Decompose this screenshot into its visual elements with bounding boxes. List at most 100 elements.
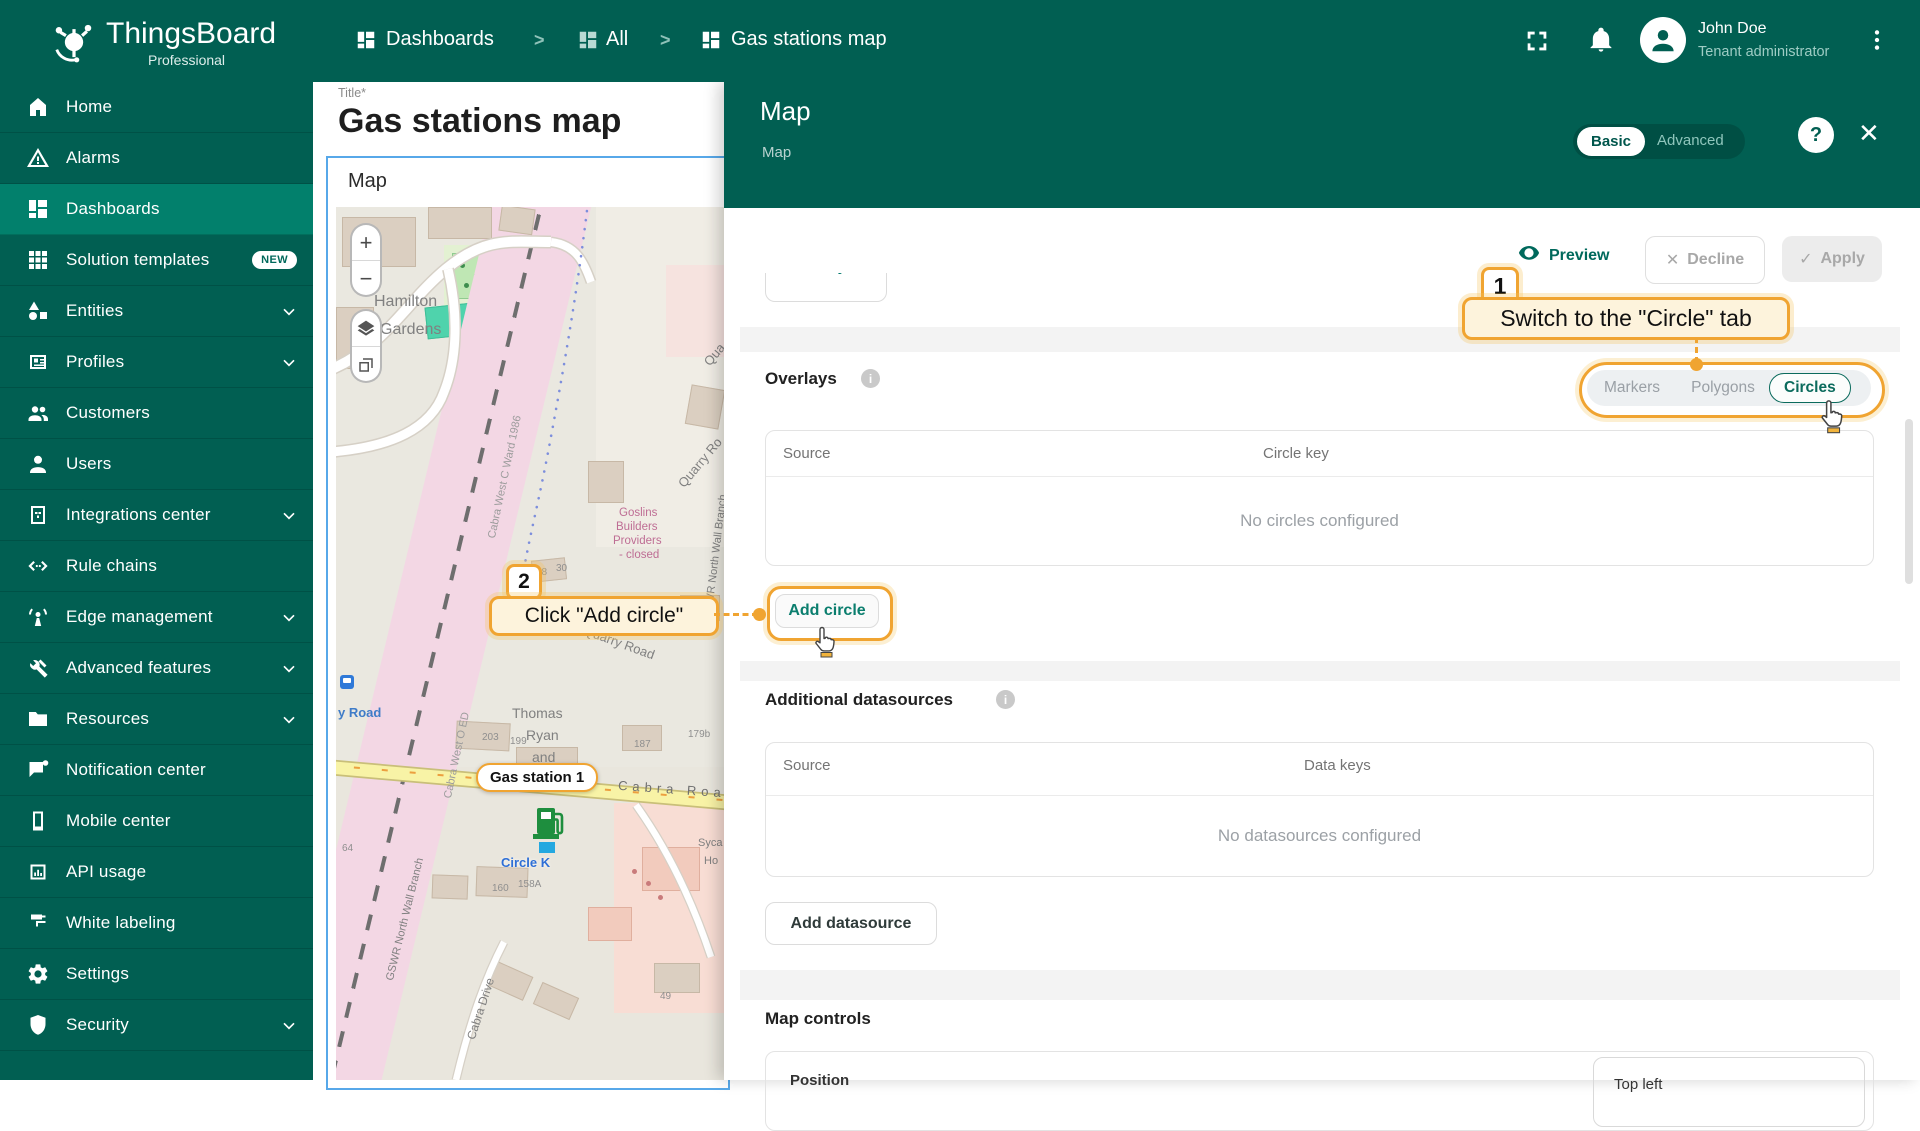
chevron-down-icon <box>279 352 299 372</box>
chevron-down-icon <box>279 301 299 321</box>
sidebar-item-security[interactable]: Security <box>0 1000 313 1051</box>
section-gap <box>740 970 1900 1000</box>
add-layer-button[interactable]: Add layer <box>765 273 887 302</box>
mobile-icon <box>26 809 50 833</box>
breadcrumb-all[interactable]: All <box>606 28 628 51</box>
more-icon[interactable] <box>1864 27 1890 58</box>
column-header-data-keys: Data keys <box>1304 757 1371 774</box>
panel-header: Map Map Basic Advanced ? ✕ <box>724 82 1920 208</box>
sidebar-item-white-labeling[interactable]: White labeling <box>0 898 313 949</box>
sidebar-item-resources[interactable]: Resources <box>0 694 313 745</box>
sidebar-item-integrations-center[interactable]: Integrations center <box>0 490 313 541</box>
home-icon <box>26 95 50 119</box>
solution-templates-icon <box>26 248 50 272</box>
sidebar-item-alarms[interactable]: Alarms <box>0 133 313 184</box>
sidebar-item-label: Users <box>66 454 112 473</box>
brand-title: ThingsBoard <box>106 17 277 50</box>
sidebar-item-profiles[interactable]: Profiles <box>0 337 313 388</box>
step-2-connector <box>714 613 758 616</box>
sidebar-item-edge-management[interactable]: Edge management <box>0 592 313 643</box>
sidebar-item-dashboards[interactable]: Dashboards <box>0 184 313 235</box>
sidebar-item-advanced-features[interactable]: Advanced features <box>0 643 313 694</box>
breadcrumb-dashboards[interactable]: Dashboards <box>386 28 494 51</box>
map-poi-label: Ryan <box>526 727 559 743</box>
sidebar-item-api-usage[interactable]: API usage <box>0 847 313 898</box>
sidebar-item-users[interactable]: Users <box>0 439 313 490</box>
info-icon[interactable]: i <box>861 369 880 388</box>
map-poi-label: - closed <box>619 549 660 561</box>
alarms-icon <box>26 146 50 170</box>
apply-label: Apply <box>1820 250 1865 267</box>
datasources-heading: Additional datasources <box>765 690 953 709</box>
sidebar-item-label: Dashboards <box>66 199 160 218</box>
add-datasource-button[interactable]: Add datasource <box>765 902 937 945</box>
chevron-down-icon <box>279 607 299 627</box>
sidebar-item-home[interactable]: Home <box>0 82 313 133</box>
empty-state-text: No datasources configured <box>1217 825 1422 845</box>
fullscreen-icon[interactable] <box>1523 27 1551 60</box>
map-dot <box>658 895 663 900</box>
profiles-icon <box>26 350 50 374</box>
sidebar-item-settings[interactable]: Settings <box>0 949 313 1000</box>
sidebar-item-customers[interactable]: Customers <box>0 388 313 439</box>
pages-icon[interactable] <box>352 347 380 382</box>
apply-button[interactable]: ✓ Apply <box>1782 236 1882 282</box>
map-place-label: Hamilton <box>374 293 438 310</box>
chevron-down-icon <box>279 658 299 678</box>
close-icon[interactable]: ✕ <box>1858 118 1880 149</box>
add-layer-label: Add layer <box>766 273 886 275</box>
info-icon[interactable]: i <box>996 690 1015 709</box>
gas-pump-icon[interactable] <box>531 804 567 861</box>
all-breadcrumb-icon <box>577 29 599 56</box>
layers-icon[interactable] <box>352 311 380 346</box>
chevron-down-icon <box>279 1015 299 1035</box>
sidebar-item-label: Settings <box>66 964 130 983</box>
notifications-bell-icon[interactable] <box>1587 26 1615 59</box>
house-number: 64 <box>342 843 354 854</box>
preview-label: Preview <box>1549 247 1610 264</box>
sidebar-item-rule-chains[interactable]: Rule chains <box>0 541 313 592</box>
advanced-icon <box>26 656 50 680</box>
circles-table: Source Circle key No circles configured <box>765 430 1874 566</box>
overlays-heading: Overlays <box>765 369 837 388</box>
map-poi-label: Providers <box>613 535 662 547</box>
panel-scrollbar[interactable] <box>1905 419 1913 584</box>
column-header-source: Source <box>783 757 831 774</box>
map-canvas[interactable]: Hamilton Gardens Cabra West C Ward 1986 … <box>336 207 724 1080</box>
sidebar-item-mobile-center[interactable]: Mobile center <box>0 796 313 847</box>
zoom-out-button[interactable]: − <box>352 261 380 296</box>
tab-advanced[interactable]: Advanced <box>1657 132 1724 149</box>
position-select[interactable]: Top left <box>1593 1057 1865 1127</box>
breadcrumb-separator: > <box>660 30 671 50</box>
map-marker-tooltip[interactable]: Gas station 1 <box>476 763 599 792</box>
dashboard-title-input[interactable]: Gas stations map <box>338 102 621 141</box>
column-header-source: Source <box>783 445 831 462</box>
empty-state-text: No circles configured <box>1240 510 1399 530</box>
tab-basic[interactable]: Basic <box>1577 127 1645 156</box>
sidebar-item-label: API usage <box>66 862 147 881</box>
step-1-callout: Switch to the "Circle" tab <box>1462 297 1790 340</box>
sidebar-item-label: Integrations center <box>66 505 211 524</box>
decline-button[interactable]: ✕ Decline <box>1645 236 1765 284</box>
logo-icon[interactable] <box>48 13 100 69</box>
zoom-in-button[interactable]: + <box>352 225 380 260</box>
breadcrumb-current: Gas stations map <box>731 28 887 50</box>
brand-subtitle: Professional <box>148 52 226 68</box>
sidebar-item-notification-center[interactable]: Notification center <box>0 745 313 796</box>
bus-stop-icon <box>340 675 354 689</box>
house-number: 199 <box>510 736 527 747</box>
sidebar-item-solution-templates[interactable]: Solution templates NEW <box>0 235 313 286</box>
users-icon <box>26 452 50 476</box>
sidebar-item-label: Customers <box>66 403 150 422</box>
sidebar-item-label: Advanced features <box>66 658 212 677</box>
sidebar-item-entities[interactable]: Entities <box>0 286 313 337</box>
map-poi-label: Ho <box>704 855 719 867</box>
house-number: 203 <box>482 732 499 743</box>
sidebar-item-label: Alarms <box>66 148 121 167</box>
avatar[interactable] <box>1640 17 1686 63</box>
preview-button[interactable]: Preview <box>1518 245 1609 267</box>
help-icon[interactable]: ? <box>1798 117 1834 153</box>
hand-cursor-icon <box>812 625 838 663</box>
step-2-connector-dot <box>753 608 766 621</box>
sidebar-item-label: Edge management <box>66 607 213 626</box>
